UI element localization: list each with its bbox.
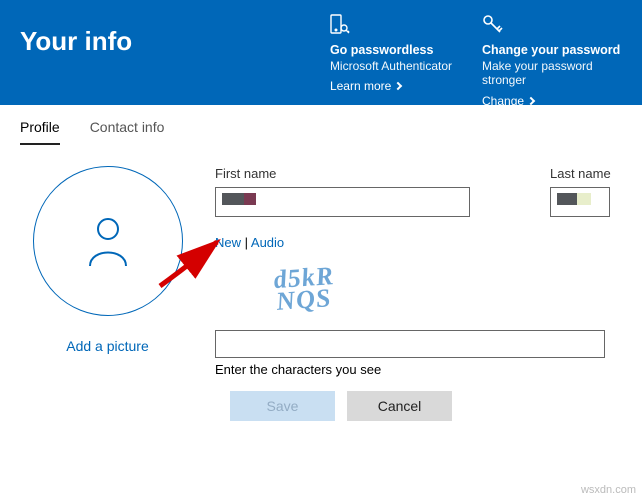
last-name-block: Last name — [550, 166, 611, 217]
first-name-label: First name — [215, 166, 470, 181]
chevron-right-icon — [527, 97, 535, 105]
page-title: Your info — [20, 26, 132, 95]
card-change-password: Change your password Make your password … — [482, 14, 622, 95]
card-passwordless: Go passwordless Microsoft Authenticator … — [330, 14, 452, 95]
key-icon — [482, 14, 622, 39]
content: Add a picture First name Last name New |… — [0, 146, 642, 377]
captcha-new-link[interactable]: New — [215, 235, 241, 250]
sep: | — [241, 235, 251, 250]
first-name-input[interactable] — [215, 187, 470, 217]
captcha-links: New | Audio — [215, 235, 622, 250]
link-text: Learn more — [330, 79, 391, 93]
name-row: First name Last name — [215, 166, 622, 217]
captcha-audio-link[interactable]: Audio — [251, 235, 284, 250]
learn-more-link[interactable]: Learn more — [330, 79, 452, 93]
header-cards: Go passwordless Microsoft Authenticator … — [330, 14, 622, 95]
phone-key-icon — [330, 14, 452, 39]
avatar-column: Add a picture — [30, 166, 185, 377]
captcha-input[interactable] — [215, 330, 605, 358]
button-row: Save Cancel — [230, 391, 642, 421]
avatar-placeholder[interactable] — [33, 166, 183, 316]
save-button: Save — [230, 391, 335, 421]
chevron-right-icon — [394, 82, 402, 90]
captcha-caption: Enter the characters you see — [215, 362, 622, 377]
redacted-text — [557, 193, 577, 205]
card-sub: Make your password stronger — [482, 59, 622, 88]
captcha-text: d5kR NQS — [272, 265, 338, 313]
card-title: Go passwordless — [330, 43, 452, 57]
link-text: Change — [482, 94, 524, 108]
last-name-label: Last name — [550, 166, 611, 181]
redacted-text — [222, 193, 244, 205]
form-column: First name Last name New | Audio d5kR NQ… — [215, 166, 622, 377]
header: Your info Go passwordless Microsoft Auth… — [0, 0, 642, 105]
last-name-input[interactable] — [550, 187, 610, 217]
tabs: Profile Contact info — [0, 105, 642, 146]
change-link[interactable]: Change — [482, 94, 622, 108]
tab-contact-info[interactable]: Contact info — [90, 119, 165, 145]
captcha-image: d5kR NQS — [213, 254, 397, 324]
card-sub: Microsoft Authenticator — [330, 59, 452, 73]
watermark: wsxdn.com — [581, 484, 636, 496]
redacted-text — [577, 193, 591, 205]
cancel-button[interactable]: Cancel — [347, 391, 452, 421]
add-picture-link[interactable]: Add a picture — [30, 338, 185, 354]
redacted-text — [244, 193, 256, 205]
first-name-block: First name — [215, 166, 470, 217]
card-title: Change your password — [482, 43, 622, 57]
captcha-section: New | Audio d5kR NQS Enter the character… — [215, 235, 622, 377]
person-icon — [84, 214, 132, 268]
tab-profile[interactable]: Profile — [20, 119, 60, 145]
